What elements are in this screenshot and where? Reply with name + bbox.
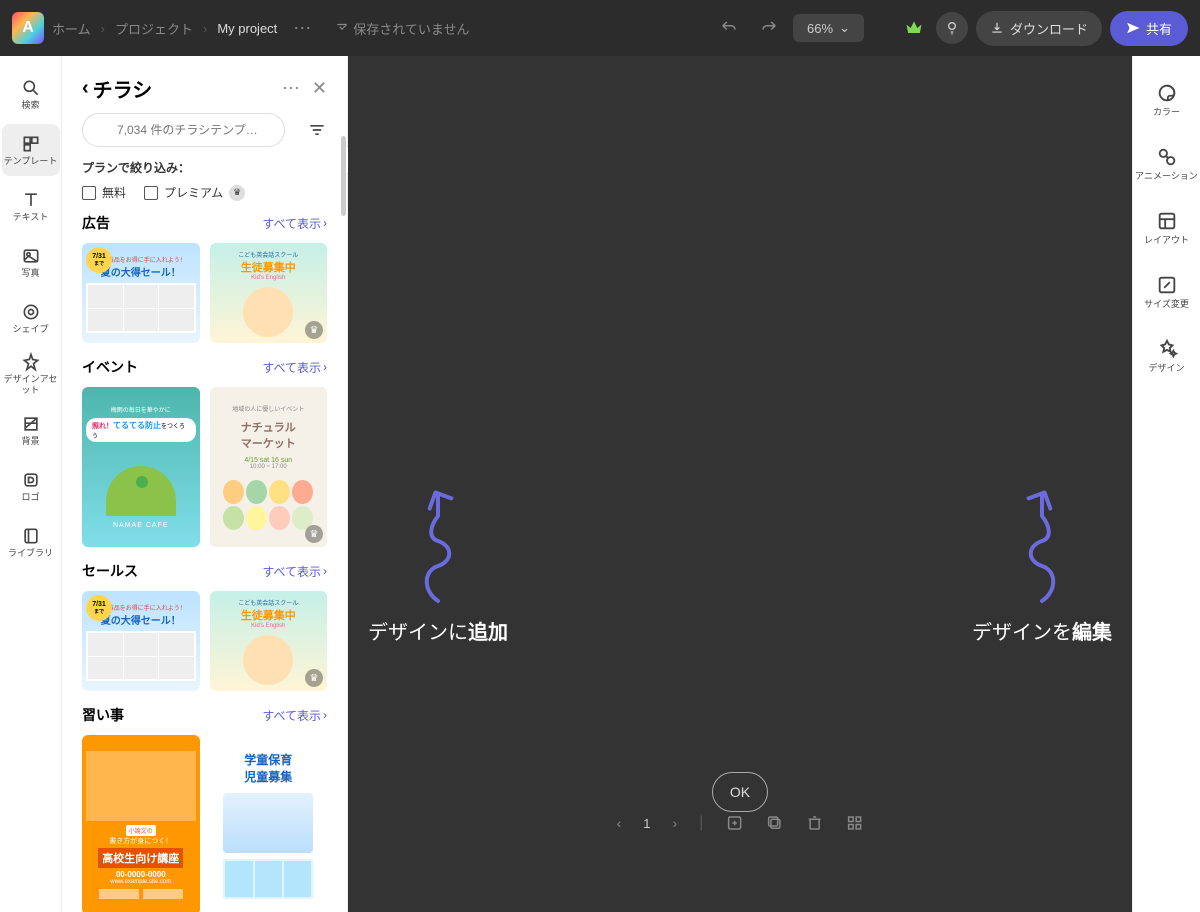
- rightbar-item-layout[interactable]: レイアウト: [1135, 200, 1199, 256]
- breadcrumb-current[interactable]: My project: [217, 21, 277, 36]
- delete-page-button[interactable]: [805, 814, 823, 832]
- next-page-button[interactable]: ›: [673, 815, 678, 831]
- sidebar-item-photo[interactable]: 写真: [2, 236, 60, 288]
- breadcrumb-home[interactable]: ホーム: [52, 19, 91, 38]
- filter-title: プランで絞り込み：: [82, 159, 327, 176]
- chevron-down-icon: ⌄: [839, 20, 850, 36]
- sidebar-item-background[interactable]: 背景: [2, 404, 60, 456]
- sidebar-item-shape[interactable]: シェイプ: [2, 292, 60, 344]
- curly-arrow-icon: [408, 486, 468, 606]
- premium-badge-icon: ♛: [305, 321, 323, 339]
- rightbar-item-animation[interactable]: アニメーション: [1135, 136, 1199, 192]
- filter-premium-checkbox[interactable]: プレミアム♛: [144, 184, 245, 201]
- left-toolbar: 検索 テンプレート テキスト 写真 シェイプ デザインアセット 背景 ロゴ ライ…: [0, 56, 62, 912]
- sidebar-item-design-assets[interactable]: デザインアセット: [2, 348, 60, 400]
- breadcrumb-projects[interactable]: プロジェクト: [115, 19, 193, 38]
- download-button[interactable]: ダウンロード: [976, 11, 1102, 46]
- template-search-input[interactable]: [82, 113, 285, 147]
- sidebar-item-text[interactable]: テキスト: [2, 180, 60, 232]
- sidebar-item-library[interactable]: ライブラリ: [2, 516, 60, 568]
- undo-button[interactable]: [713, 12, 745, 44]
- breadcrumb: ホーム › プロジェクト › My project: [52, 19, 277, 38]
- add-page-button[interactable]: [725, 814, 743, 832]
- section-more-sales[interactable]: すべて表示 ›: [262, 563, 327, 580]
- top-bar: A ホーム › プロジェクト › My project ⋯ 保存されていません …: [0, 0, 1200, 56]
- idea-button[interactable]: [936, 12, 968, 44]
- save-status: 保存されていません: [335, 19, 469, 38]
- canvas-bottom-toolbar: ‹ 1 › |: [617, 814, 864, 832]
- filter-free-checkbox[interactable]: 無料: [82, 184, 126, 201]
- redo-button[interactable]: [753, 12, 785, 44]
- template-thumb[interactable]: こども英会話スクール 生徒募集中 Kid's English ♛: [210, 591, 328, 691]
- template-thumb[interactable]: こども英会話スクール 生徒募集中 Kid's English ♛: [210, 243, 328, 343]
- panel-close-button[interactable]: ✕: [312, 78, 327, 99]
- section-title-ads: 広告: [82, 213, 110, 233]
- curly-arrow-icon: [1012, 486, 1072, 606]
- callout-edit-design: デザインを編集: [972, 486, 1112, 645]
- share-button[interactable]: 共有: [1110, 11, 1188, 46]
- template-thumb[interactable]: 梅雨の毎日を華やかに 照れ！てるてる防止をつくろう NAMAE CAFE: [82, 387, 200, 547]
- breadcrumb-sep-icon: ›: [203, 21, 207, 36]
- section-title-sales: セールス: [82, 561, 138, 581]
- templates-panel: › ‹ チラシ ⋯ ✕ プランで絞り込み： 無料 プレミアム♛: [62, 56, 348, 912]
- section-more-ads[interactable]: すべて表示 ›: [262, 215, 327, 232]
- sidebar-item-templates[interactable]: テンプレート: [2, 124, 60, 176]
- callout-add-to-design: デザインに追加: [368, 486, 508, 645]
- template-thumb[interactable]: 地域の人に優しいイベント ナチュラル マーケット 4/15 sat 16 sun…: [210, 387, 328, 547]
- right-toolbar: カラー アニメーション レイアウト サイズ変更 デザイン: [1132, 56, 1200, 912]
- crown-icon: ♛: [229, 185, 245, 201]
- template-thumb[interactable]: 小論文の 書き方が身につく！ 高校生向け講座 00-0000-0000 www.…: [82, 735, 200, 912]
- app-logo[interactable]: A: [12, 12, 44, 44]
- rightbar-item-design[interactable]: デザイン: [1135, 328, 1199, 384]
- premium-badge-icon[interactable]: [900, 14, 928, 42]
- back-chevron-icon[interactable]: ‹: [82, 77, 89, 100]
- sidebar-item-search[interactable]: 検索: [2, 68, 60, 120]
- prev-page-button[interactable]: ‹: [617, 815, 622, 831]
- sidebar-item-logo[interactable]: ロゴ: [2, 460, 60, 512]
- breadcrumb-sep-icon: ›: [101, 21, 105, 36]
- section-more-lessons[interactable]: すべて表示 ›: [262, 707, 327, 724]
- template-thumb[interactable]: 学童保育 児童募集: [210, 735, 328, 912]
- template-thumb[interactable]: 7/31まで 家電製品をお得に手に入れよう！ 夏の大得セール！: [82, 243, 200, 343]
- duplicate-page-button[interactable]: [765, 814, 783, 832]
- scrollbar[interactable]: [341, 136, 346, 216]
- template-thumb[interactable]: 7/31まで 家電製品をお得に手に入れよう！ 夏の大得セール！: [82, 591, 200, 691]
- filter-button[interactable]: [307, 120, 327, 140]
- panel-menu-button[interactable]: ⋯: [282, 78, 300, 99]
- rightbar-item-resize[interactable]: サイズ変更: [1135, 264, 1199, 320]
- section-more-event[interactable]: すべて表示 ›: [262, 359, 327, 376]
- premium-badge-icon: ♛: [305, 669, 323, 687]
- section-title-lessons: 習い事: [82, 705, 124, 725]
- project-menu-button[interactable]: ⋯: [285, 18, 319, 39]
- canvas-area[interactable]: デザインに追加 デザインを編集 OK ‹ 1 › |: [348, 56, 1132, 912]
- grid-view-button[interactable]: [845, 814, 863, 832]
- rightbar-item-color[interactable]: カラー: [1135, 72, 1199, 128]
- panel-title: ‹ チラシ: [82, 74, 274, 103]
- zoom-selector[interactable]: 66% ⌄: [793, 14, 864, 42]
- premium-badge-icon: ♛: [305, 525, 323, 543]
- page-number: 1: [643, 816, 650, 831]
- ok-button[interactable]: OK: [712, 772, 768, 812]
- section-title-event: イベント: [82, 357, 138, 377]
